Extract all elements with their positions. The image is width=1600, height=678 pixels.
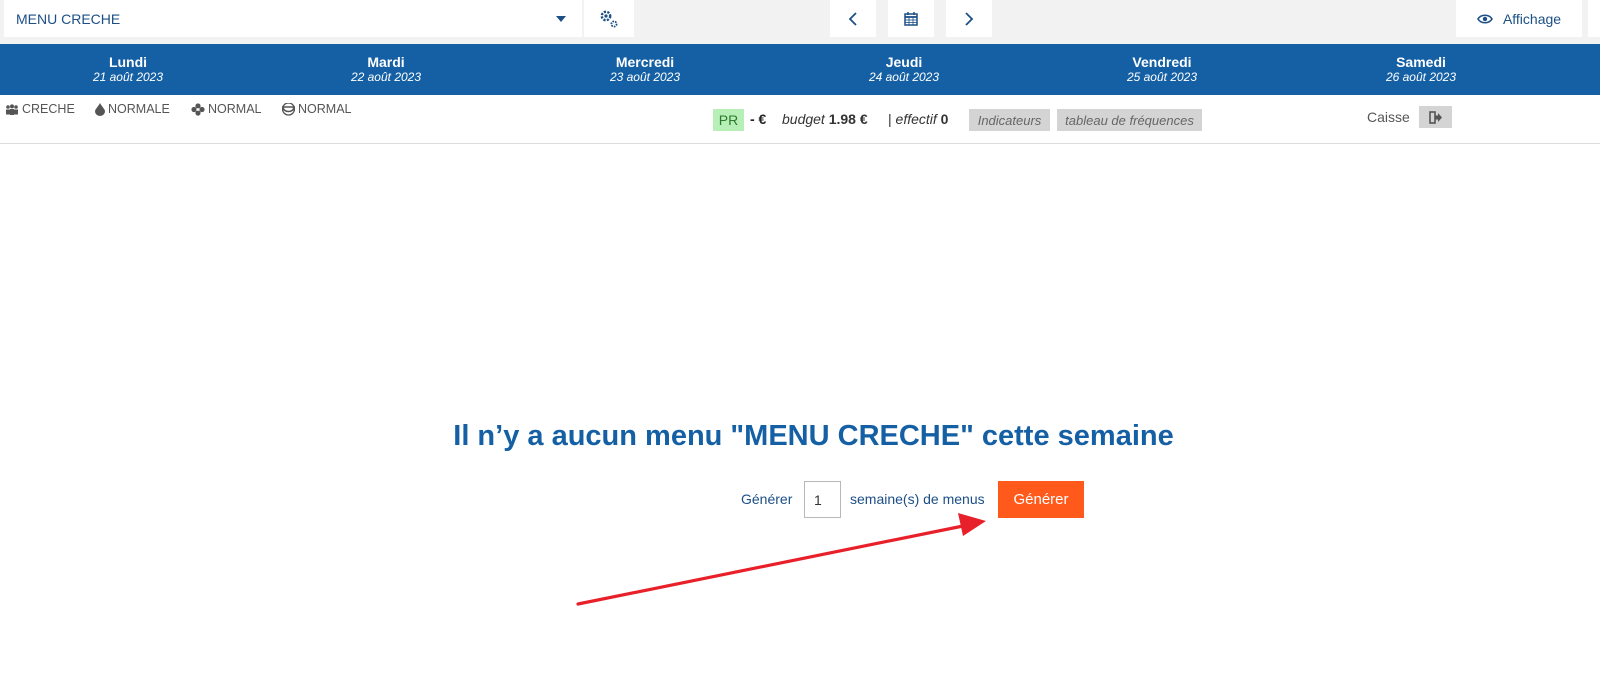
day-header-samedi: Samedi 26 août 2023 [1341,54,1501,84]
weeks-count-input[interactable] [804,481,841,518]
day-date: 22 août 2023 [350,70,422,84]
day-name: Vendredi [1132,54,1192,70]
budget-info: budget 1.98 € [782,111,868,127]
view-button[interactable]: Affichage [1456,0,1582,37]
caisse-button[interactable] [1419,106,1452,128]
chevron-right-icon [965,11,974,26]
separator: | [888,111,892,127]
day-name: Samedi [1396,54,1446,70]
day-header-vendredi: Vendredi 25 août 2023 [1082,54,1242,84]
tag-allergen: NORMAL [191,102,261,116]
generate-button[interactable]: Générer [998,481,1084,518]
menu-select[interactable]: MENU CRECHE [4,0,582,37]
next-week-button[interactable] [946,0,992,37]
previous-week-button[interactable] [830,0,876,37]
day-header-mercredi: Mercredi 23 août 2023 [565,54,725,84]
generate-prefix-label: Générer [741,491,793,507]
empty-week-message: Il n’y a aucun menu "MENU CRECHE" cette … [453,420,1174,452]
effectif-value: 0 [940,111,949,127]
budget-label: budget [782,111,825,127]
day-date: 26 août 2023 [1385,70,1457,84]
indicators-button[interactable]: Indicateurs [969,109,1050,131]
tag-label: NORMAL [298,102,352,116]
sign-out-icon [1428,110,1442,124]
week-days-header: Lundi 21 août 2023 Mardi 22 août 2023 Me… [0,44,1600,95]
cost-value: - € [750,111,767,127]
gears-icon [600,10,618,27]
caret-down-icon [556,16,566,22]
budget-value: 1.98 € [828,111,868,127]
tag-label: NORMAL [208,102,262,116]
day-date: 25 août 2023 [1126,70,1198,84]
group-icon [6,103,18,115]
toolbar: MENU CRECHE Affichage [0,0,1600,44]
day-name: Mardi [367,54,405,70]
tag-label: CRECHE [22,102,75,116]
day-date: 24 août 2023 [868,70,940,84]
effectif-info: | effectif 0 [888,111,948,127]
day-name: Jeudi [885,54,923,70]
chevron-left-icon [848,11,857,26]
tag-label: NORMALE [108,102,170,116]
caisse-label: Caisse [1367,109,1410,125]
settings-button[interactable] [584,0,634,37]
menu-select-value: MENU CRECHE [16,10,121,27]
calendar-icon [904,11,918,26]
tag-creche: CRECHE [5,102,75,116]
frequency-table-button[interactable]: tableau de fréquences [1057,109,1202,131]
pr-badge: PR [713,109,744,131]
effectif-label: effectif [895,111,937,127]
tag-texture: NORMALE [95,102,170,116]
day-header-jeudi: Jeudi 24 août 2023 [824,54,984,84]
day-name: Mercredi [615,54,675,70]
toolbar-edge-button[interactable] [1588,0,1600,37]
day-date: 21 août 2023 [92,70,164,84]
day-name: Lundi [108,54,148,70]
day-header-lundi: Lundi 21 août 2023 [48,54,208,84]
generate-suffix-label: semaine(s) de menus [850,491,985,507]
day-date: 23 août 2023 [609,70,681,84]
tag-diet: NORMAL [282,102,351,116]
bowl-icon [282,102,295,116]
eye-icon [1477,13,1493,24]
drop-icon [95,102,105,116]
flower-icon [191,102,205,116]
info-bar: CRECHE NORMALE NORMAL NORMAL PR - € budg… [0,95,1600,144]
day-header-mardi: Mardi 22 août 2023 [306,54,466,84]
calendar-button[interactable] [888,0,934,37]
view-button-label: Affichage [1502,10,1562,27]
